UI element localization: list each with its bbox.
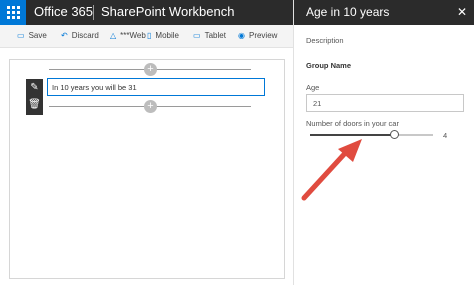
tablet-view-button[interactable]: ▭ Tablet (193, 31, 226, 40)
doors-slider[interactable] (310, 130, 433, 139)
group-name-heading: Group Name (306, 61, 352, 70)
doors-slider-fill (310, 134, 394, 136)
close-icon[interactable]: ✕ (457, 5, 467, 19)
web-label: ***Web (120, 31, 146, 40)
mobile-icon: ▯ (147, 31, 152, 40)
app-title: SharePoint Workbench (101, 4, 235, 19)
pencil-icon[interactable]: ✎ (26, 82, 43, 93)
save-label: Save (28, 31, 47, 40)
property-pane-header: Age in 10 years ✕ (294, 0, 474, 25)
web-icon: △ (110, 31, 117, 40)
waffle-icon (6, 6, 20, 19)
brand-divider (93, 5, 94, 20)
add-webpart-bottom-button[interactable]: + (144, 100, 157, 113)
web-view-button[interactable]: △ ***Web (110, 31, 146, 40)
trash-icon[interactable]: 🗑 (26, 99, 43, 110)
discard-button[interactable]: ↶ Discard (61, 31, 99, 40)
save-button[interactable]: ▭ Save (17, 31, 47, 40)
command-toolbar: ▭ Save ↶ Discard △ ***Web ▯ Mobile ▭ Tablet ◉… (0, 25, 293, 48)
brand-label[interactable]: Office 365 (34, 4, 93, 19)
doors-slider-thumb[interactable] (389, 130, 399, 139)
add-webpart-top-button[interactable]: + (144, 63, 157, 76)
mobile-label: Mobile (155, 31, 179, 40)
age-label: Age (306, 83, 320, 92)
age-input[interactable]: 21 (306, 94, 464, 112)
plus-icon: + (147, 63, 154, 75)
preview-label: Preview (248, 31, 278, 40)
doors-value: 4 (443, 131, 448, 140)
tablet-icon: ▭ (193, 31, 201, 40)
save-icon: ▭ (17, 31, 25, 40)
app-launcher-button[interactable] (0, 0, 26, 25)
undo-icon: ↶ (61, 31, 68, 40)
webpart-edit-toolbar: ✎ 🗑 (26, 79, 43, 115)
doors-label: Number of doors in your car (306, 119, 399, 128)
property-pane-title: Age in 10 years (306, 5, 390, 19)
property-pane: Age in 10 years ✕ Description Group Name… (293, 0, 474, 285)
tablet-label: Tablet (204, 31, 226, 40)
eye-icon: ◉ (238, 31, 245, 40)
mobile-view-button[interactable]: ▯ Mobile (147, 31, 179, 40)
description-label: Description (306, 36, 344, 45)
discard-label: Discard (71, 31, 99, 40)
preview-button[interactable]: ◉ Preview (238, 31, 277, 40)
webpart-content[interactable]: In 10 years you will be 31 (47, 78, 265, 96)
plus-icon: + (147, 100, 154, 112)
